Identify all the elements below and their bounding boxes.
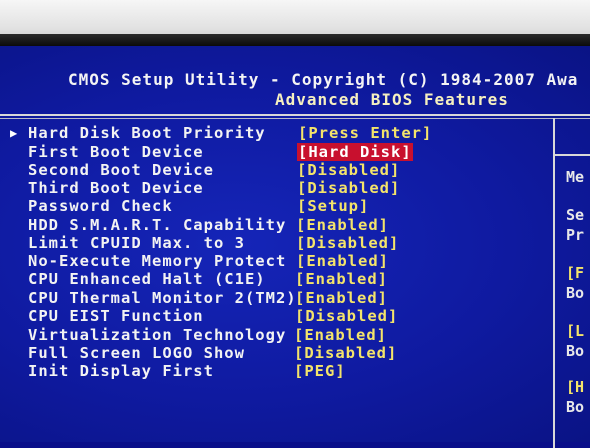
setting-value[interactable]: [Press Enter] [298,124,432,142]
setting-value[interactable]: [PEG] [294,362,346,380]
setting-value[interactable]: [Disabled] [294,344,397,362]
setting-value[interactable]: [Enabled] [294,326,387,344]
help-panel-key: [F [566,264,585,282]
setting-label: Second Boot Device [28,161,214,179]
setting-label: CPU Thermal Monitor 2(TM2) [28,289,297,307]
help-panel-key: [H [566,378,585,396]
setting-value[interactable]: [Disabled] [297,179,400,197]
setting-label: Hard Disk Boot Priority [28,124,266,142]
setting-label: Virtualization Technology [28,326,287,344]
setting-value[interactable]: [Disabled] [297,161,400,179]
setting-label: Password Check [28,197,173,215]
help-panel-key: [L [566,322,585,340]
bios-screen: CMOS Setup Utility - Copyright (C) 1984-… [0,46,590,448]
help-panel-text: Bo [566,284,585,302]
bios-title: CMOS Setup Utility - Copyright (C) 1984-… [68,70,579,89]
setting-label: Init Display First [28,362,214,380]
setting-label: Limit CPUID Max. to 3 [28,234,245,252]
help-panel-divider [553,118,555,448]
setting-value[interactable]: [Disabled] [296,234,399,252]
header-divider-inner [0,118,590,119]
help-panel-text: Bo [566,398,585,416]
setting-label: CPU EIST Function [28,307,204,325]
help-panel-rule [555,154,590,156]
setting-label: First Boot Device [28,143,204,161]
setting-value[interactable]: [Enabled] [295,289,388,307]
selection-highlight[interactable]: [Hard Disk] [297,143,413,161]
setting-label: No-Execute Memory Protect [28,252,287,270]
help-panel-text: Se [566,206,585,224]
header-divider [0,114,590,116]
submenu-arrow-icon: ▶ [10,126,19,140]
setting-value[interactable]: [Enabled] [296,252,389,270]
setting-label: Full Screen LOGO Show [28,344,245,362]
setting-value-selected[interactable]: [Hard Disk] [297,143,413,161]
setting-label: HDD S.M.A.R.T. Capability [28,216,287,234]
monitor-bezel-edge [0,34,590,46]
setting-value[interactable]: [Enabled] [295,270,388,288]
setting-value[interactable]: [Setup] [297,197,369,215]
page-title: Advanced BIOS Features [275,90,509,109]
help-panel-text: Me [566,168,585,186]
help-panel-text: Bo [566,342,585,360]
setting-label: CPU Enhanced Halt (C1E) [28,270,266,288]
help-panel-text: Pr [566,226,585,244]
setting-label: Third Boot Device [28,179,204,197]
setting-value[interactable]: [Enabled] [296,216,389,234]
setting-value[interactable]: [Disabled] [295,307,398,325]
